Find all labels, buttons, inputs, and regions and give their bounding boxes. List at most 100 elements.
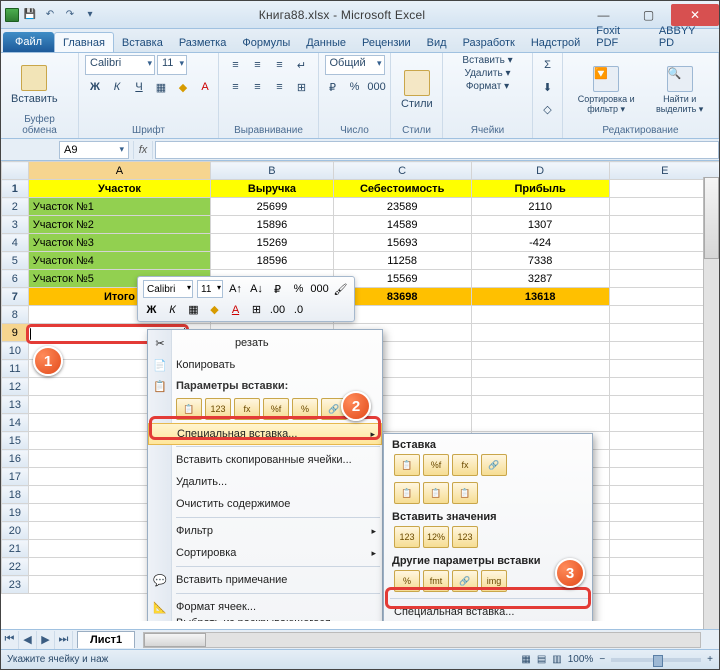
cell-a5[interactable]: Участок №4 bbox=[28, 252, 211, 270]
mini-merge[interactable]: ⊞ bbox=[248, 301, 265, 318]
ctx-copy[interactable]: 📄Копировать bbox=[148, 354, 382, 376]
row-10[interactable]: 10 bbox=[2, 342, 29, 360]
border-button[interactable]: ▦ bbox=[151, 77, 171, 97]
mini-dec-inc[interactable]: .00 bbox=[269, 301, 286, 318]
tab-file[interactable]: Файл bbox=[3, 32, 54, 52]
italic-button[interactable]: К bbox=[107, 77, 127, 97]
cell-total-d[interactable]: 13618 bbox=[471, 288, 609, 306]
fill[interactable]: ⬇ bbox=[538, 77, 558, 97]
cell-d5[interactable]: 7338 bbox=[471, 252, 609, 270]
paste-button[interactable]: Вставить bbox=[7, 63, 62, 107]
tab-review[interactable]: Рецензии bbox=[354, 33, 419, 52]
row-18[interactable]: 18 bbox=[2, 486, 29, 504]
sub-paste-special[interactable]: Специальная вставка... bbox=[384, 601, 592, 621]
row-7[interactable]: 7 bbox=[2, 288, 29, 306]
ctx-delete[interactable]: Удалить... bbox=[148, 471, 382, 493]
sub-oth-4[interactable]: img bbox=[481, 570, 507, 592]
cell-c4[interactable]: 15693 bbox=[333, 234, 471, 252]
underline-button[interactable]: Ч bbox=[129, 77, 149, 97]
row-6[interactable]: 6 bbox=[2, 270, 29, 288]
worksheet[interactable]: ABCDE 1УчастокВыручкаСебестоимостьПрибыл… bbox=[1, 161, 719, 621]
cells-format[interactable]: Формат ▾ bbox=[466, 81, 509, 92]
sub-paste-link[interactable]: 🔗 bbox=[481, 454, 507, 476]
nav-first[interactable]: ⏮ bbox=[1, 631, 19, 649]
row-22[interactable]: 22 bbox=[2, 558, 29, 576]
find-select[interactable]: 🔍Найти и выделить ▾ bbox=[647, 64, 712, 117]
row-4[interactable]: 4 bbox=[2, 234, 29, 252]
paste-all-icon[interactable]: 📋 bbox=[176, 398, 202, 420]
number-format[interactable]: Общий bbox=[325, 55, 385, 75]
qat-save[interactable]: 💾 bbox=[21, 6, 39, 24]
merge[interactable]: ⊞ bbox=[292, 77, 312, 97]
row-14[interactable]: 14 bbox=[2, 414, 29, 432]
currency[interactable]: ₽ bbox=[323, 77, 343, 97]
cell-a3[interactable]: Участок №2 bbox=[28, 216, 211, 234]
vertical-scrollbar[interactable] bbox=[703, 177, 719, 629]
zoom-out[interactable]: − bbox=[599, 654, 605, 665]
tab-addins[interactable]: Надстрой bbox=[523, 33, 588, 52]
paste-fmt-icon[interactable]: %f bbox=[263, 398, 289, 420]
ctx-clear[interactable]: Очистить содержимое bbox=[148, 493, 382, 515]
cell-a4[interactable]: Участок №3 bbox=[28, 234, 211, 252]
ctx-dropdown[interactable]: Выбрать из раскрывающегося списка... bbox=[148, 618, 382, 621]
mini-dec-dec[interactable]: .0 bbox=[290, 301, 307, 318]
bold-button[interactable]: Ж bbox=[85, 77, 105, 97]
sub-oth-2[interactable]: fmt bbox=[423, 570, 449, 592]
row-19[interactable]: 19 bbox=[2, 504, 29, 522]
cells-delete[interactable]: Удалить ▾ bbox=[465, 68, 511, 79]
row-23[interactable]: 23 bbox=[2, 576, 29, 594]
row-15[interactable]: 15 bbox=[2, 432, 29, 450]
autosum[interactable]: Σ bbox=[538, 55, 558, 75]
col-A[interactable]: A bbox=[28, 162, 211, 180]
sheet-tab-1[interactable]: Лист1 bbox=[77, 631, 135, 648]
align-top[interactable]: ≡ bbox=[226, 55, 246, 75]
row-1[interactable]: 1 bbox=[2, 180, 29, 198]
fx-icon[interactable]: fx bbox=[133, 141, 153, 159]
view-normal-icon[interactable]: ▦ bbox=[521, 654, 530, 665]
sub-ins2-1[interactable]: 📋 bbox=[394, 482, 420, 504]
qat-redo[interactable]: ↷ bbox=[61, 6, 79, 24]
paste-values-icon[interactable]: 123 bbox=[205, 398, 231, 420]
view-layout-icon[interactable]: ▤ bbox=[537, 654, 546, 665]
mini-currency[interactable]: ₽ bbox=[269, 281, 286, 298]
row-8[interactable]: 8 bbox=[2, 306, 29, 324]
mini-fill[interactable]: ◆ bbox=[206, 301, 223, 318]
name-box[interactable]: A9 bbox=[59, 141, 129, 159]
mini-border[interactable]: ▦ bbox=[185, 301, 202, 318]
paste-pct-icon[interactable]: % bbox=[292, 398, 318, 420]
sub-val-1[interactable]: 123 bbox=[394, 526, 420, 548]
formula-input[interactable] bbox=[155, 141, 719, 159]
wrap[interactable]: ↵ bbox=[292, 55, 312, 75]
tab-dev[interactable]: Разработк bbox=[455, 33, 523, 52]
col-D[interactable]: D bbox=[471, 162, 609, 180]
col-C[interactable]: C bbox=[333, 162, 471, 180]
row-2[interactable]: 2 bbox=[2, 198, 29, 216]
align-c[interactable]: ≡ bbox=[248, 77, 268, 97]
cell-c5[interactable]: 11258 bbox=[333, 252, 471, 270]
sub-paste-fmt[interactable]: %f bbox=[423, 454, 449, 476]
align-l[interactable]: ≡ bbox=[226, 77, 246, 97]
row-11[interactable]: 11 bbox=[2, 360, 29, 378]
mini-bold[interactable]: Ж bbox=[143, 301, 160, 318]
ctx-paste-special[interactable]: Специальная вставка...▸ bbox=[148, 423, 382, 445]
align-bot[interactable]: ≡ bbox=[270, 55, 290, 75]
cell-c2[interactable]: 23589 bbox=[333, 198, 471, 216]
ctx-filter[interactable]: Фильтр▸ bbox=[148, 520, 382, 542]
row-20[interactable]: 20 bbox=[2, 522, 29, 540]
cell-d6[interactable]: 3287 bbox=[471, 270, 609, 288]
zoom-in[interactable]: + bbox=[707, 654, 713, 665]
mini-comma[interactable]: 000 bbox=[311, 281, 328, 298]
row-21[interactable]: 21 bbox=[2, 540, 29, 558]
row-9[interactable]: 9 bbox=[2, 324, 29, 342]
cell-b4[interactable]: 15269 bbox=[211, 234, 333, 252]
mini-grow[interactable]: A↑ bbox=[227, 281, 244, 298]
ctx-cut[interactable]: ✂Вырезатьрезать bbox=[148, 332, 382, 354]
cells-insert[interactable]: Вставить ▾ bbox=[462, 55, 512, 66]
sub-ins2-2[interactable]: 📋 bbox=[423, 482, 449, 504]
cell-b5[interactable]: 18596 bbox=[211, 252, 333, 270]
nav-prev[interactable]: ◀ bbox=[19, 631, 37, 649]
font-size[interactable]: 11 bbox=[157, 55, 187, 75]
mini-italic[interactable]: К bbox=[164, 301, 181, 318]
sub-oth-1[interactable]: % bbox=[394, 570, 420, 592]
sub-val-3[interactable]: 123 bbox=[452, 526, 478, 548]
